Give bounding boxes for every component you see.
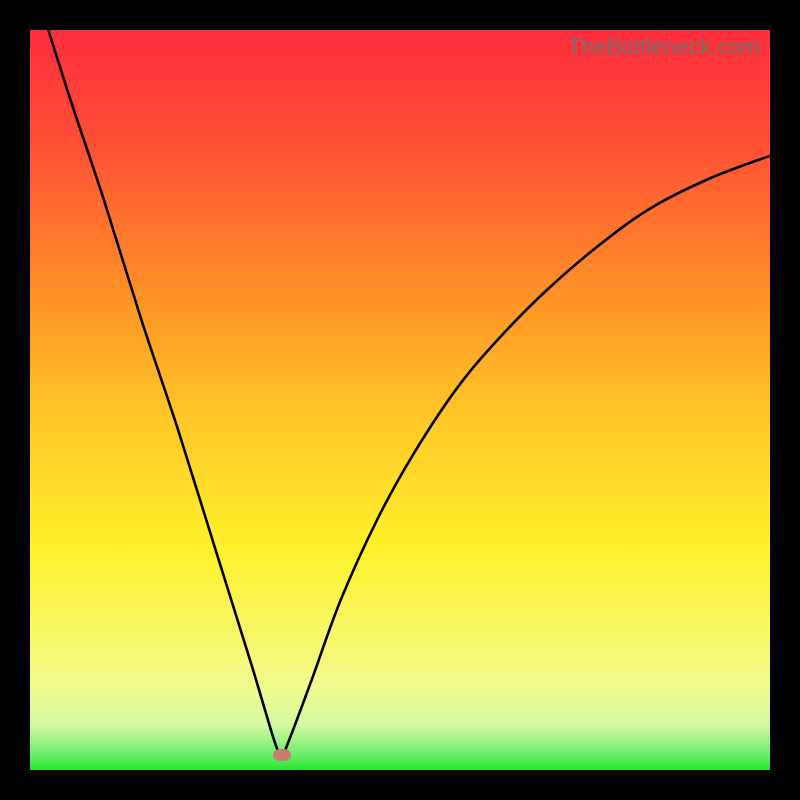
bottleneck-curve: [30, 30, 770, 770]
optimum-marker: [273, 749, 291, 761]
plot-area: TheBottleneck.com: [30, 30, 770, 770]
chart-frame: TheBottleneck.com: [0, 0, 800, 800]
